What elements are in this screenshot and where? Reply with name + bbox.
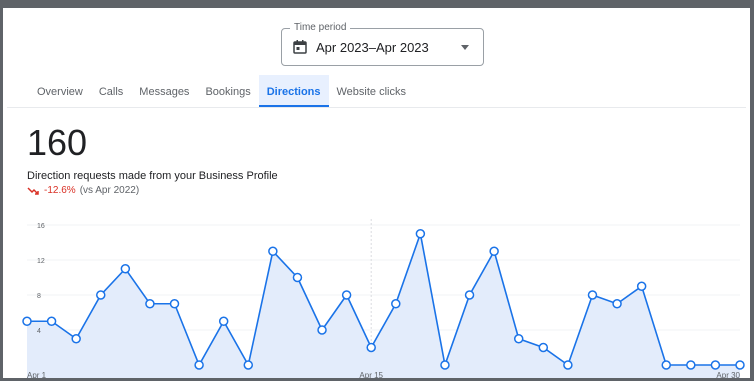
time-period-selector[interactable]: Time period Apr 2023–Apr 2023 bbox=[281, 22, 484, 66]
tab-directions[interactable]: Directions bbox=[258, 75, 329, 107]
data-point[interactable] bbox=[120, 264, 131, 274]
data-point[interactable] bbox=[22, 316, 32, 326]
tabs-divider bbox=[7, 107, 746, 108]
tab-calls[interactable]: Calls bbox=[91, 75, 131, 107]
directions-chart: 4 8 12 16 Apr 1 Apr 15 Apr 30 bbox=[3, 213, 750, 380]
data-point[interactable] bbox=[661, 360, 671, 370]
data-point[interactable] bbox=[563, 360, 573, 370]
x-tick-label: Apr 30 bbox=[716, 371, 740, 380]
chevron-down-icon bbox=[461, 45, 469, 50]
data-point[interactable] bbox=[194, 360, 204, 370]
tab-bookings[interactable]: Bookings bbox=[197, 75, 258, 107]
data-point[interactable] bbox=[145, 299, 155, 309]
data-point[interactable] bbox=[169, 299, 180, 309]
data-point[interactable] bbox=[292, 272, 303, 283]
data-point[interactable] bbox=[710, 360, 721, 370]
tab-website-clicks[interactable]: Website clicks bbox=[329, 75, 414, 107]
metric-change: -12.6% (vs Apr 2022) bbox=[27, 185, 139, 197]
data-point[interactable] bbox=[366, 342, 376, 353]
series-area bbox=[27, 233, 740, 378]
data-point[interactable] bbox=[415, 229, 426, 239]
metric-tabs: Overview Calls Messages Bookings Directi… bbox=[29, 75, 414, 107]
data-point[interactable] bbox=[391, 299, 401, 309]
data-point[interactable] bbox=[686, 360, 696, 370]
data-point[interactable] bbox=[538, 342, 549, 353]
data-point[interactable] bbox=[636, 281, 647, 291]
change-comparison: (vs Apr 2022) bbox=[79, 185, 140, 196]
data-point[interactable] bbox=[440, 360, 450, 370]
y-tick-label: 12 bbox=[37, 258, 45, 265]
window-top-bar bbox=[3, 3, 750, 8]
metric-total: 160 bbox=[27, 122, 88, 163]
data-point[interactable] bbox=[243, 360, 254, 370]
data-point[interactable] bbox=[46, 316, 57, 326]
tab-messages[interactable]: Messages bbox=[131, 75, 197, 107]
x-tick-label: Apr 15 bbox=[359, 371, 383, 380]
tab-overview[interactable]: Overview bbox=[29, 75, 91, 107]
chart-svg: 4 8 12 16 Apr 1 Apr 15 Apr 30 bbox=[22, 219, 745, 380]
data-point[interactable] bbox=[464, 290, 475, 300]
data-point[interactable] bbox=[71, 334, 81, 344]
data-point[interactable] bbox=[513, 334, 524, 344]
y-tick-label: 8 bbox=[37, 293, 41, 300]
change-percent: -12.6% bbox=[44, 185, 76, 196]
trending-down-icon bbox=[27, 187, 39, 195]
data-point[interactable] bbox=[587, 290, 598, 300]
y-tick-label: 16 bbox=[37, 223, 45, 230]
window-frame: Time period Apr 2023–Apr 2023 Overview C… bbox=[0, 0, 754, 381]
data-point[interactable] bbox=[96, 290, 106, 300]
data-point[interactable] bbox=[489, 246, 499, 256]
x-tick-label: Apr 1 bbox=[27, 371, 47, 380]
calendar-icon bbox=[293, 40, 307, 54]
data-point[interactable] bbox=[612, 299, 622, 309]
y-tick-label: 4 bbox=[37, 328, 41, 335]
data-point[interactable] bbox=[268, 246, 278, 256]
metric-description: Direction requests made from your Busine… bbox=[27, 170, 278, 182]
data-point[interactable] bbox=[218, 316, 229, 326]
time-period-label: Time period bbox=[290, 22, 351, 34]
data-point[interactable] bbox=[341, 290, 352, 300]
time-period-value: Apr 2023–Apr 2023 bbox=[316, 40, 429, 55]
data-point[interactable] bbox=[317, 325, 327, 335]
data-point[interactable] bbox=[735, 360, 745, 370]
